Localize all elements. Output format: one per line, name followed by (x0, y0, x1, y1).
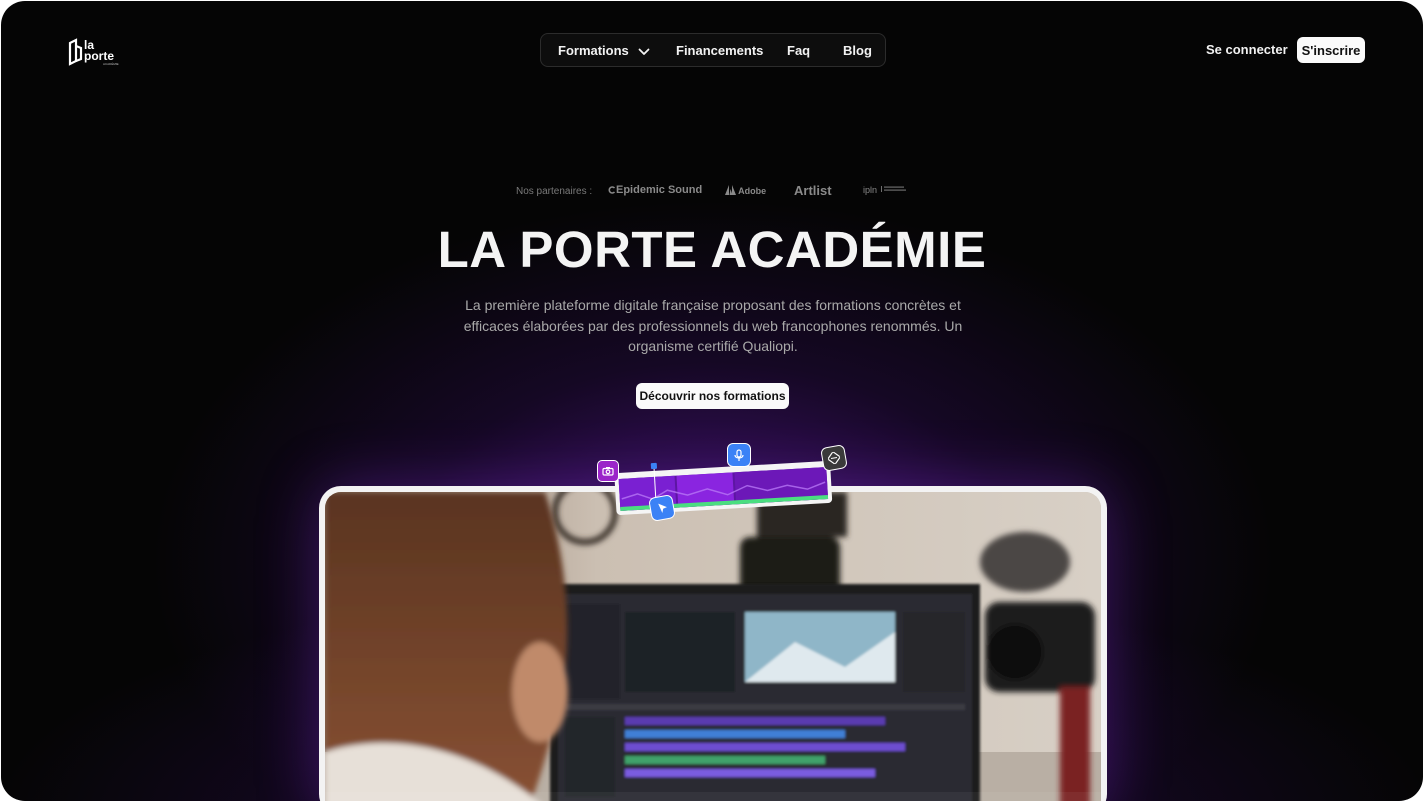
film-icon (820, 444, 848, 472)
hero-photo (325, 492, 1101, 801)
partner-logo-artlist: Artlist (794, 183, 832, 198)
editing-timeline-widget (597, 443, 849, 523)
nav-item-financements[interactable]: Financements (676, 43, 763, 58)
partner-logo-epidemic-sound: Epidemic Sound (608, 184, 702, 196)
microphone-icon (727, 443, 751, 467)
partner-logo-adobe: Adobe (725, 185, 766, 196)
nav-label-formations: Formations (558, 43, 629, 58)
chevron-down-icon (638, 44, 650, 59)
page-frame: la porte ACADÉMIE Formations Financement… (1, 1, 1423, 801)
logo-sub-text: ACADÉMIE (103, 61, 119, 66)
nav-item-formations[interactable]: Formations (558, 43, 650, 59)
nav-item-blog[interactable]: Blog (843, 43, 872, 58)
discover-formations-button[interactable]: Découvrir nos formations (636, 383, 789, 409)
partner-logo-ipln: ipln (863, 185, 908, 195)
main-nav: Formations Financements Faq Blog (540, 33, 886, 67)
hero-title: LA PORTE ACADÉMIE (437, 221, 987, 278)
partner-name: Epidemic Sound (616, 184, 703, 196)
signup-button[interactable]: S'inscrire (1297, 37, 1365, 63)
logo[interactable]: la porte ACADÉMIE (67, 37, 127, 67)
nav-item-faq[interactable]: Faq (787, 43, 810, 58)
signin-link[interactable]: Se connecter (1206, 42, 1288, 57)
partners-label: Nos partenaires : (516, 186, 593, 197)
partner-name: ipln (863, 185, 878, 195)
camera-icon (597, 460, 619, 482)
logo-bottom-text: porte (84, 49, 114, 63)
cursor-icon (648, 494, 676, 522)
hero-description: La première plateforme digitale français… (463, 297, 963, 354)
device-mockup (319, 486, 1107, 801)
partner-name: Adobe (738, 186, 767, 196)
partners-bar: Nos partenaires : Epidemic Sound Adobe A… (516, 183, 936, 200)
